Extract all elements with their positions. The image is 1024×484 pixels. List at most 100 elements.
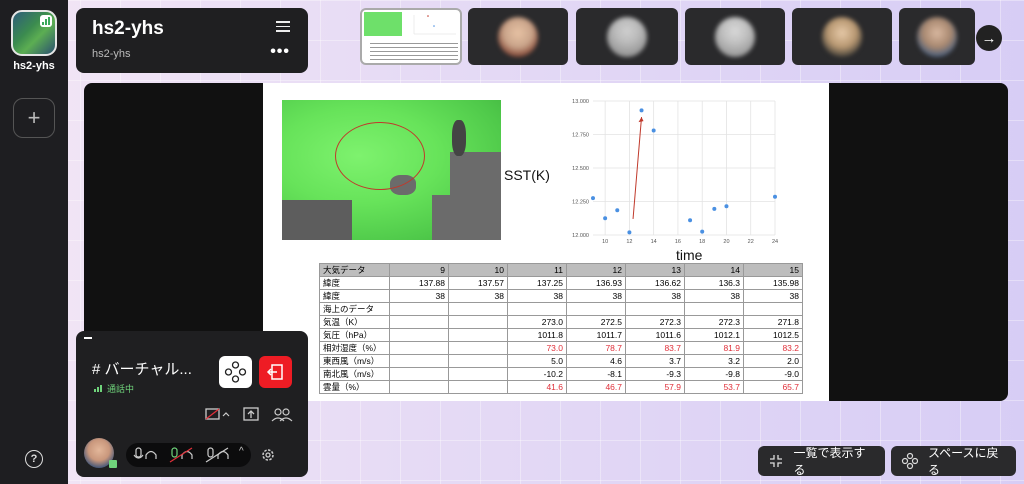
- network-icon: [224, 361, 247, 383]
- sst-map: [282, 100, 501, 240]
- headphone-muted-icon[interactable]: [168, 447, 194, 463]
- data-point: [591, 196, 595, 201]
- table-cell: -10.2: [507, 367, 567, 381]
- table-cell: 10: [448, 263, 508, 277]
- x-tick-label: 14: [651, 239, 657, 243]
- table-cell: 81.9: [684, 341, 744, 355]
- menu-icon[interactable]: [276, 21, 290, 32]
- space-icon: [901, 452, 918, 470]
- table-cell: [448, 367, 508, 381]
- back-to-space-button[interactable]: スペースに戻る: [891, 446, 1016, 477]
- y-tick-label: 12.500: [572, 166, 589, 172]
- table-cell: [448, 354, 508, 368]
- table-cell: 272.5: [566, 315, 626, 329]
- table-row: 緯度 38 38 38 38 38 38 38: [319, 289, 803, 303]
- table-cell: 13: [625, 263, 685, 277]
- table-cell: 14: [684, 263, 744, 277]
- x-tick-label: 12: [626, 239, 632, 243]
- table-cell: 65.7: [743, 380, 803, 394]
- table-row: 雲量（%） 41.6 46.7 57.9 53.7 65.7: [319, 380, 803, 394]
- shared-slide: SST(K) 12.000 12.250 12.500 12.750 13.000 10 1…: [263, 83, 829, 401]
- table-row: 大気データ 9 10 11 12 13 14 15: [319, 263, 803, 277]
- participants-icon[interactable]: [270, 405, 294, 423]
- sidebar: hs2-yhs + ?: [0, 0, 68, 484]
- table-cell: 78.7: [566, 341, 626, 355]
- table-cell: 136.93: [566, 276, 626, 290]
- table-cell: 73.0: [507, 341, 567, 355]
- speaker-muted-icon[interactable]: [204, 447, 230, 463]
- participant-video-1[interactable]: [468, 8, 568, 65]
- table-cell: 1012.1: [684, 328, 744, 342]
- add-space-button[interactable]: +: [13, 98, 55, 138]
- table-cell: 273.0: [507, 315, 567, 329]
- leave-call-button[interactable]: [259, 356, 292, 388]
- screen-share-icon[interactable]: [242, 405, 260, 423]
- table-cell: -9.3: [625, 367, 685, 381]
- strip-next-button[interactable]: →: [976, 25, 1002, 51]
- table-cell: [625, 302, 685, 316]
- list-view-button[interactable]: 一覧で表示する: [758, 446, 885, 477]
- table-cell: 272.3: [625, 315, 685, 329]
- mini-chart-icon: [413, 15, 456, 35]
- table-cell: 272.3: [684, 315, 744, 329]
- table-row: 気圧（hPa） 1011.8 1011.7 1011.6 1012.1 1012.5: [319, 328, 803, 342]
- table-row: 南北風（m/s） -10.2 -8.1 -9.3 -9.8 -9.0: [319, 367, 803, 381]
- microphone-icon[interactable]: [132, 447, 158, 463]
- table-cell: 46.7: [566, 380, 626, 394]
- table-cell: [448, 328, 508, 342]
- table-cell: [389, 341, 449, 355]
- table-cell: 41.6: [507, 380, 567, 394]
- table-cell: [389, 380, 449, 394]
- call-status: 通話中: [94, 382, 134, 395]
- row-label: 東西風（m/s）: [319, 354, 390, 368]
- table-cell: [448, 315, 508, 329]
- space-tile[interactable]: [11, 10, 57, 56]
- x-tick-label: 16: [675, 239, 681, 243]
- gear-icon[interactable]: [260, 447, 276, 463]
- space-card: hs2-yhs hs2-yhs •••: [76, 8, 308, 73]
- table-cell: [448, 380, 508, 394]
- row-label: 南北風（m/s）: [319, 367, 390, 381]
- table-cell: -8.1: [566, 367, 626, 381]
- table-cell: [507, 302, 567, 316]
- participant-video-4[interactable]: [792, 8, 892, 65]
- x-tick-label: 24: [772, 239, 778, 243]
- participant-video-2[interactable]: [576, 8, 678, 65]
- x-tick-label: 20: [723, 239, 729, 243]
- participant-video-3[interactable]: [685, 8, 785, 65]
- row-label: 気圧（hPa）: [319, 328, 390, 342]
- table-cell: 1011.7: [566, 328, 626, 342]
- camera-off-icon[interactable]: [204, 405, 232, 423]
- table-cell: 1011.6: [625, 328, 685, 342]
- minimize-icon[interactable]: [84, 337, 92, 339]
- list-view-label: 一覧で表示する: [793, 446, 866, 477]
- table-cell: 57.9: [625, 380, 685, 394]
- row-label: 緯度: [319, 289, 390, 303]
- table-cell: [389, 328, 449, 342]
- row-label: 気温（K）: [319, 315, 390, 329]
- table-row: 東西風（m/s） 5.0 4.6 3.7 3.2 2.0: [319, 354, 803, 368]
- sst-chart: 12.000 12.250 12.500 12.750 13.000 10 12 14 16 18…: [572, 99, 778, 243]
- chevron-up-icon[interactable]: ^: [239, 446, 244, 457]
- more-icon[interactable]: •••: [270, 44, 290, 60]
- participant-video-5[interactable]: [899, 8, 975, 65]
- table-cell: 1012.5: [743, 328, 803, 342]
- table-cell: 5.0: [507, 354, 567, 368]
- table-cell: 38: [566, 289, 626, 303]
- space-name: hs2-yhs: [13, 60, 55, 72]
- media-controls: ^: [126, 443, 251, 467]
- x-tick-label: 10: [602, 239, 608, 243]
- screen-share-thumbnail[interactable]: [360, 8, 462, 65]
- row-label: 相対湿度（%）: [319, 341, 390, 355]
- data-point: [603, 216, 608, 221]
- table-cell: 38: [625, 289, 685, 303]
- table-row: 緯度 137.88 137.57 137.25 136.93 136.62 136.3 135…: [319, 276, 803, 290]
- table-cell: 11: [507, 263, 567, 277]
- my-avatar[interactable]: [84, 438, 117, 468]
- table-cell: 137.25: [507, 276, 567, 290]
- space-subtitle: hs2-yhs: [92, 48, 131, 60]
- data-point: [651, 128, 656, 133]
- table-cell: 83.7: [625, 341, 685, 355]
- space-view-button[interactable]: [219, 356, 252, 388]
- help-icon[interactable]: ?: [25, 450, 43, 468]
